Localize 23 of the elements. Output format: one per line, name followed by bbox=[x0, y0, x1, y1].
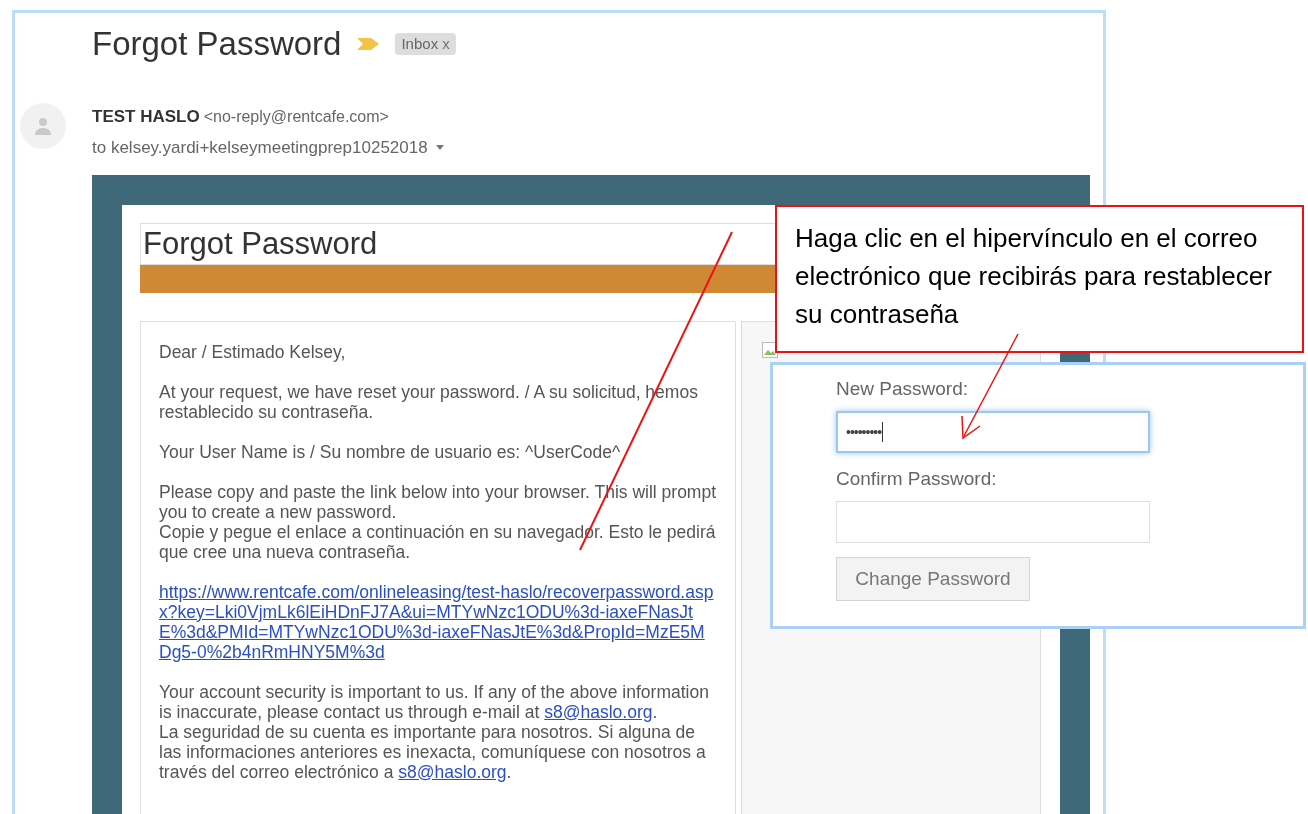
inbox-label[interactable]: Inbox x bbox=[395, 32, 456, 55]
field-label: Confirm Password: bbox=[836, 467, 998, 491]
label-text: Inbox bbox=[401, 33, 439, 54]
sender-name: TEST HASLO bbox=[92, 105, 200, 128]
password-input[interactable]: ••••••••• bbox=[836, 411, 1150, 453]
password-input[interactable] bbox=[836, 501, 1150, 543]
avatar-icon bbox=[20, 102, 66, 149]
sender-email: <no-reply@rentcafe.com> bbox=[203, 106, 389, 127]
body-text: Your User Name is / Su nombre de usuario es: ^UserCode^ bbox=[159, 441, 622, 462]
body-text: La seguridad de su cuenta es importante para nosotros. Si alguna de las informaciones anteriores es inexacta, comuníquese con nosotros a través del correo electrónico a s8@haslo.org. bbox=[159, 721, 707, 782]
reset-link[interactable]: https://www.rentcafe.com/onlineleasing/test-haslo/recoverpassword.aspx?key=Lki0VjmLk6lEiHDnFJ7A&ui=MTYwNzc1ODU%3d-iaxeFNasJtE%3d&PMId=MTYwNzc1ODU%3d-iaxeFNasJtE%3d&PropId=MzE5MDg5-0%2b4nRmHNY5M%3d bbox=[159, 581, 717, 662]
email-link[interactable]: s8@haslo.org bbox=[398, 761, 507, 782]
body-text: Dear / Estimado Kelsey, bbox=[159, 341, 347, 362]
email-subject: Forgot Password bbox=[92, 24, 342, 64]
dropdown-caret-icon[interactable] bbox=[435, 145, 444, 151]
body-text: Your account security is important to us. If any of the above information is inaccurate, please contact us through e-mail at s8@haslo.org. bbox=[159, 681, 710, 722]
field-label: New Password: bbox=[836, 377, 969, 401]
email-link[interactable]: s8@haslo.org bbox=[544, 701, 653, 722]
importance-marker-icon bbox=[357, 35, 380, 52]
broken-image-icon bbox=[762, 341, 778, 358]
callout-box: Haga clic en el hipervínculo en el correo electrónico que recibirás para restablecer su contraseña bbox=[775, 205, 1304, 353]
change-password-button[interactable]: Change Password bbox=[836, 557, 1030, 601]
recipient-text: to kelsey.yardi+kelseymeetingprep10252018 bbox=[92, 137, 428, 159]
